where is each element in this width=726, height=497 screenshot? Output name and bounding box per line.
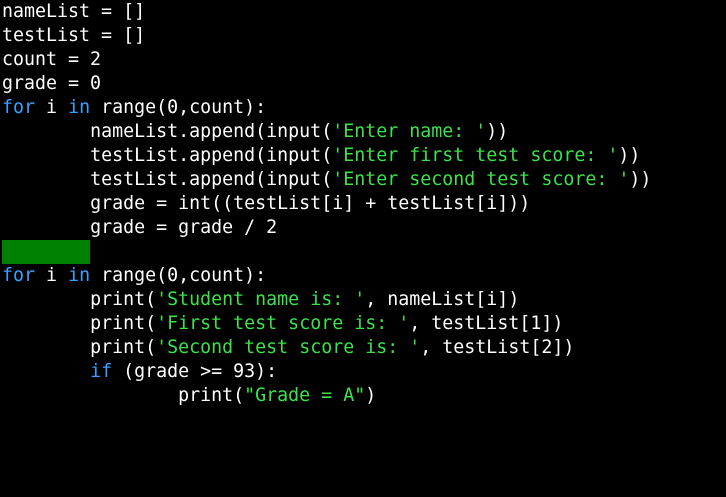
code-text: , nameList[i])	[365, 289, 520, 310]
code-line-10[interactable]: grade = grade / 2	[2, 216, 724, 240]
keyword-in: in	[68, 265, 91, 286]
code-text: nameList.append(input(	[90, 121, 333, 142]
code-text: grade = int((testList[i] + testList[i]))	[90, 193, 531, 214]
code-text: print(	[90, 337, 157, 358]
keyword-for: for	[2, 97, 36, 118]
string-literal: 'Enter name: '	[332, 121, 487, 142]
string-literal: 'Second test score is: '	[156, 337, 421, 358]
string-literal: 'Enter first test score: '	[332, 145, 619, 166]
code-text: i	[35, 97, 69, 118]
code-line-8[interactable]: testList.append(input('Enter second test…	[2, 168, 724, 192]
code-line-4[interactable]: grade = 0	[2, 72, 724, 96]
code-text: range(0,count):	[90, 97, 267, 118]
keyword-in: in	[68, 97, 91, 118]
string-literal: 'Enter second test score: '	[332, 169, 630, 190]
code-text: ))	[486, 121, 509, 142]
code-line-15[interactable]: print('Second test score is: ', testList…	[2, 336, 724, 360]
keyword-if: if	[90, 361, 113, 382]
code-line-11[interactable]	[2, 240, 724, 264]
code-line-2[interactable]: testList = []	[2, 24, 724, 48]
code-line-6[interactable]: nameList.append(input('Enter name: '))	[2, 120, 724, 144]
code-line-13[interactable]: print('Student name is: ', nameList[i])	[2, 288, 724, 312]
code-text: , testList[1])	[409, 313, 564, 334]
code-line-1[interactable]: nameList = []	[2, 0, 724, 24]
code-text: nameList = []	[2, 1, 146, 22]
code-text: print(	[90, 289, 157, 310]
code-text: ))	[629, 169, 652, 190]
code-editor[interactable]: nameList = [] testList = [] count = 2 gr…	[2, 0, 724, 497]
keyword-for: for	[2, 265, 36, 286]
string-literal: 'First test score is: '	[156, 313, 410, 334]
string-literal: 'Student name is: '	[156, 289, 366, 310]
code-line-12[interactable]: for i in range(0,count):	[2, 264, 724, 288]
code-text: print(	[178, 385, 245, 406]
string-literal: "Grade = A"	[244, 385, 366, 406]
code-text: i	[35, 265, 69, 286]
code-text: testList = []	[2, 25, 146, 46]
code-text: range(0,count):	[90, 265, 267, 286]
code-line-7[interactable]: testList.append(input('Enter first test …	[2, 144, 724, 168]
code-text: count = 2	[2, 49, 102, 70]
selection-highlight	[2, 240, 90, 264]
code-line-3[interactable]: count = 2	[2, 48, 724, 72]
code-text: print(	[90, 313, 157, 334]
code-text: )	[365, 385, 377, 406]
code-text: , testList[2])	[420, 337, 575, 358]
code-text: testList.append(input(	[90, 169, 333, 190]
code-text: testList.append(input(	[90, 145, 333, 166]
code-text: (grade >= 93):	[112, 361, 278, 382]
code-line-14[interactable]: print('First test score is: ', testList[…	[2, 312, 724, 336]
code-line-17[interactable]: print("Grade = A")	[2, 384, 724, 408]
code-text: grade = grade / 2	[90, 217, 278, 238]
code-text: ))	[618, 145, 641, 166]
code-line-16[interactable]: if (grade >= 93):	[2, 360, 724, 384]
code-text: grade = 0	[2, 73, 102, 94]
code-line-5[interactable]: for i in range(0,count):	[2, 96, 724, 120]
code-line-9[interactable]: grade = int((testList[i] + testList[i]))	[2, 192, 724, 216]
